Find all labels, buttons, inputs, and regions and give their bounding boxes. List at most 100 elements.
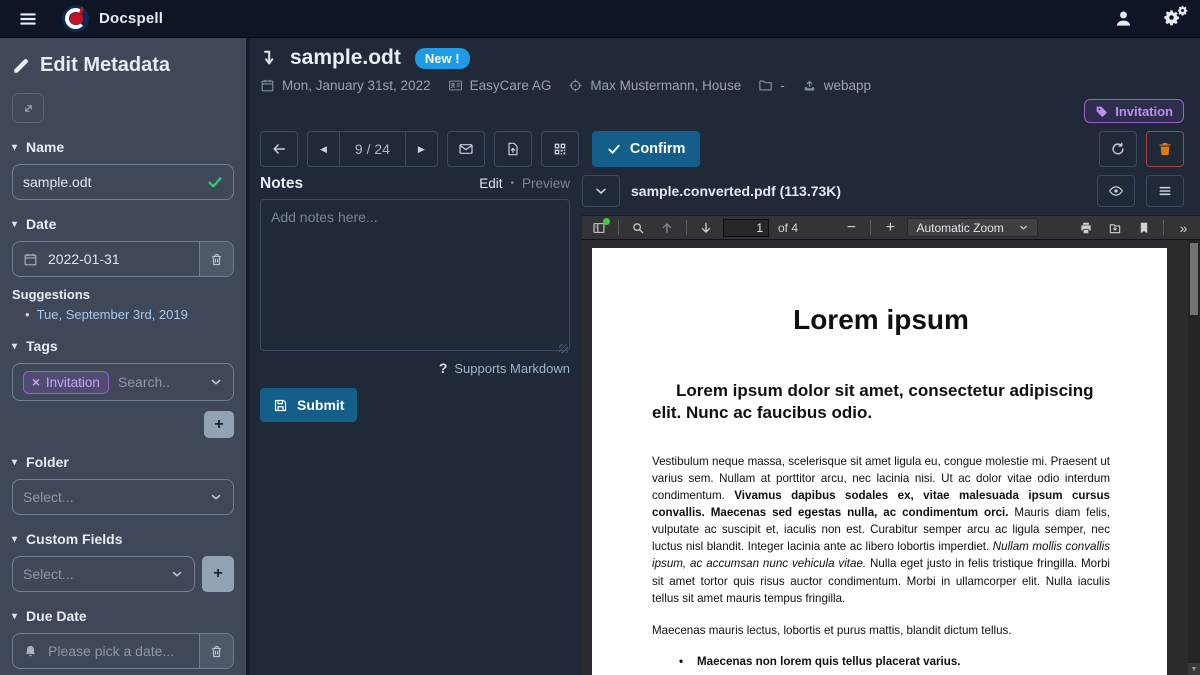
docspell-logo bbox=[62, 5, 89, 32]
caret-down-icon: ▾ bbox=[12, 611, 17, 622]
item-source: webapp bbox=[802, 78, 871, 93]
section-tags-header[interactable]: ▾ Tags bbox=[12, 338, 234, 354]
pdf-page-count: of 4 bbox=[778, 221, 798, 235]
next-item-button[interactable]: ▶ bbox=[405, 132, 437, 166]
attachment-filename: sample.converted.pdf (113.73K) bbox=[631, 183, 841, 199]
section-name-header[interactable]: ▾ Name bbox=[12, 139, 234, 155]
menu-icon[interactable] bbox=[18, 9, 38, 29]
pdf-scrollbar-thumb[interactable] bbox=[1190, 243, 1198, 315]
document-title: Lorem ipsum bbox=[652, 304, 1110, 336]
delete-item-button[interactable] bbox=[1146, 131, 1184, 167]
item-folder: - bbox=[758, 78, 785, 93]
settings-gears-icon[interactable] bbox=[1163, 9, 1182, 28]
section-custom-fields-header[interactable]: ▾ Custom Fields bbox=[12, 531, 234, 547]
section-tags-label: Tags bbox=[26, 338, 58, 354]
pdf-page-input[interactable] bbox=[723, 219, 769, 237]
trash-icon bbox=[209, 644, 224, 659]
preview-eye-button[interactable] bbox=[1097, 175, 1135, 207]
user-icon[interactable] bbox=[1114, 9, 1133, 28]
new-badge: New ! bbox=[415, 48, 470, 69]
item-date: Mon, January 31st, 2022 bbox=[260, 78, 431, 93]
qr-code-button[interactable] bbox=[541, 131, 579, 167]
pdfjs-toolbar: of 4 − + Automatic Zoom bbox=[582, 215, 1200, 240]
pdf-scrollbar[interactable]: ▼ bbox=[1188, 240, 1200, 675]
dot-separator: • bbox=[510, 178, 514, 189]
question-icon: ? bbox=[439, 360, 448, 376]
section-date-header[interactable]: ▾ Date bbox=[12, 216, 234, 232]
item-tag-badge: Invitation bbox=[1084, 99, 1184, 123]
remove-tag-icon[interactable]: × bbox=[32, 375, 40, 390]
add-tag-button[interactable]: + bbox=[204, 411, 234, 438]
confirm-button[interactable]: Confirm bbox=[592, 131, 701, 167]
expand-panel-button[interactable] bbox=[12, 93, 44, 123]
add-custom-field-button[interactable]: + bbox=[202, 556, 234, 592]
save-icon bbox=[273, 398, 288, 413]
back-button[interactable] bbox=[260, 131, 298, 167]
clear-date-button[interactable] bbox=[199, 242, 233, 276]
section-custom-fields-label: Custom Fields bbox=[26, 531, 122, 547]
crosshair-icon bbox=[568, 78, 583, 93]
tag-chip-invitation[interactable]: ×Invitation bbox=[23, 371, 109, 394]
pdf-previous-page-button[interactable] bbox=[655, 217, 679, 238]
chevron-down-icon bbox=[209, 375, 223, 389]
pdf-next-page-button[interactable] bbox=[694, 217, 718, 238]
chevron-down-icon bbox=[593, 183, 609, 199]
level-down-icon bbox=[260, 48, 280, 68]
bars-icon bbox=[1157, 183, 1173, 199]
pdf-zoom-in-button[interactable]: + bbox=[878, 217, 902, 238]
check-icon bbox=[207, 174, 223, 190]
folder-select[interactable]: Select... bbox=[12, 479, 234, 515]
pdf-bookmark-button[interactable] bbox=[1132, 217, 1156, 238]
edit-metadata-sidebar: Edit Metadata ▾ Name ▾ Date 2022-01-31 bbox=[0, 38, 250, 675]
upload-icon bbox=[802, 78, 817, 93]
attachment-collapse-button[interactable] bbox=[582, 175, 620, 207]
pdf-more-tools-button[interactable]: » bbox=[1171, 217, 1195, 238]
arrow-left-icon bbox=[271, 141, 287, 157]
scroll-down-arrow[interactable]: ▼ bbox=[1188, 663, 1200, 675]
section-folder-header[interactable]: ▾ Folder bbox=[12, 454, 234, 470]
add-file-button[interactable] bbox=[494, 131, 532, 167]
pdf-find-button[interactable] bbox=[626, 217, 650, 238]
caret-down-icon: ▾ bbox=[12, 457, 17, 468]
clear-due-date-button[interactable] bbox=[199, 634, 233, 668]
reload-button[interactable] bbox=[1099, 131, 1137, 167]
date-value: 2022-01-31 bbox=[48, 251, 120, 267]
arrow-up-icon bbox=[660, 221, 674, 235]
pdf-zoom-select[interactable]: Automatic Zoom bbox=[907, 218, 1037, 237]
pdf-sidebar-toggle-button[interactable] bbox=[587, 217, 611, 238]
tags-select-box[interactable]: ×Invitation Search.. bbox=[12, 363, 234, 401]
markdown-help-link[interactable]: ? Supports Markdown bbox=[260, 360, 570, 376]
notes-textarea[interactable] bbox=[260, 199, 570, 351]
document-list-item: •Maecenas non lorem quis tellus placerat… bbox=[679, 654, 1110, 671]
due-date-field[interactable]: Please pick a date... bbox=[13, 643, 199, 659]
notes-edit-tab[interactable]: Edit bbox=[479, 176, 502, 191]
caret-down-icon: ▾ bbox=[12, 142, 17, 153]
refresh-icon bbox=[1110, 141, 1126, 157]
notes-preview-tab[interactable]: Preview bbox=[522, 176, 570, 191]
prev-item-button[interactable]: ◀ bbox=[308, 132, 339, 166]
chevron-down-icon bbox=[1018, 222, 1029, 233]
name-input[interactable] bbox=[23, 174, 207, 190]
attachment-pane: sample.converted.pdf (113.73K) bbox=[582, 173, 1200, 675]
submit-notes-button[interactable]: Submit bbox=[260, 388, 357, 422]
date-field[interactable]: 2022-01-31 bbox=[13, 251, 199, 267]
pdf-page-1: Lorem ipsum Lorem ipsum dolor sit amet, … bbox=[592, 248, 1167, 675]
date-suggestion-link[interactable]: •Tue, September 3rd, 2019 bbox=[25, 307, 234, 322]
folder-placeholder: Select... bbox=[23, 489, 74, 505]
expand-arrows-icon bbox=[22, 102, 35, 115]
notes-heading: Notes bbox=[260, 175, 303, 193]
chevron-down-icon bbox=[170, 567, 184, 581]
custom-field-select[interactable]: Select... bbox=[12, 556, 195, 592]
send-mail-button[interactable] bbox=[447, 131, 485, 167]
pdf-print-button[interactable] bbox=[1074, 217, 1098, 238]
pdf-zoom-out-button[interactable]: − bbox=[839, 217, 863, 238]
folder-icon bbox=[758, 78, 773, 93]
search-icon bbox=[631, 221, 645, 235]
tag-icon bbox=[1095, 105, 1108, 118]
custom-field-placeholder: Select... bbox=[23, 566, 74, 582]
attachment-menu-button[interactable] bbox=[1146, 175, 1184, 207]
section-due-date-header[interactable]: ▾ Due Date bbox=[12, 608, 234, 624]
pdf-download-button[interactable] bbox=[1103, 217, 1127, 238]
qr-code-icon bbox=[552, 141, 568, 157]
caret-down-icon: ▾ bbox=[12, 534, 17, 545]
